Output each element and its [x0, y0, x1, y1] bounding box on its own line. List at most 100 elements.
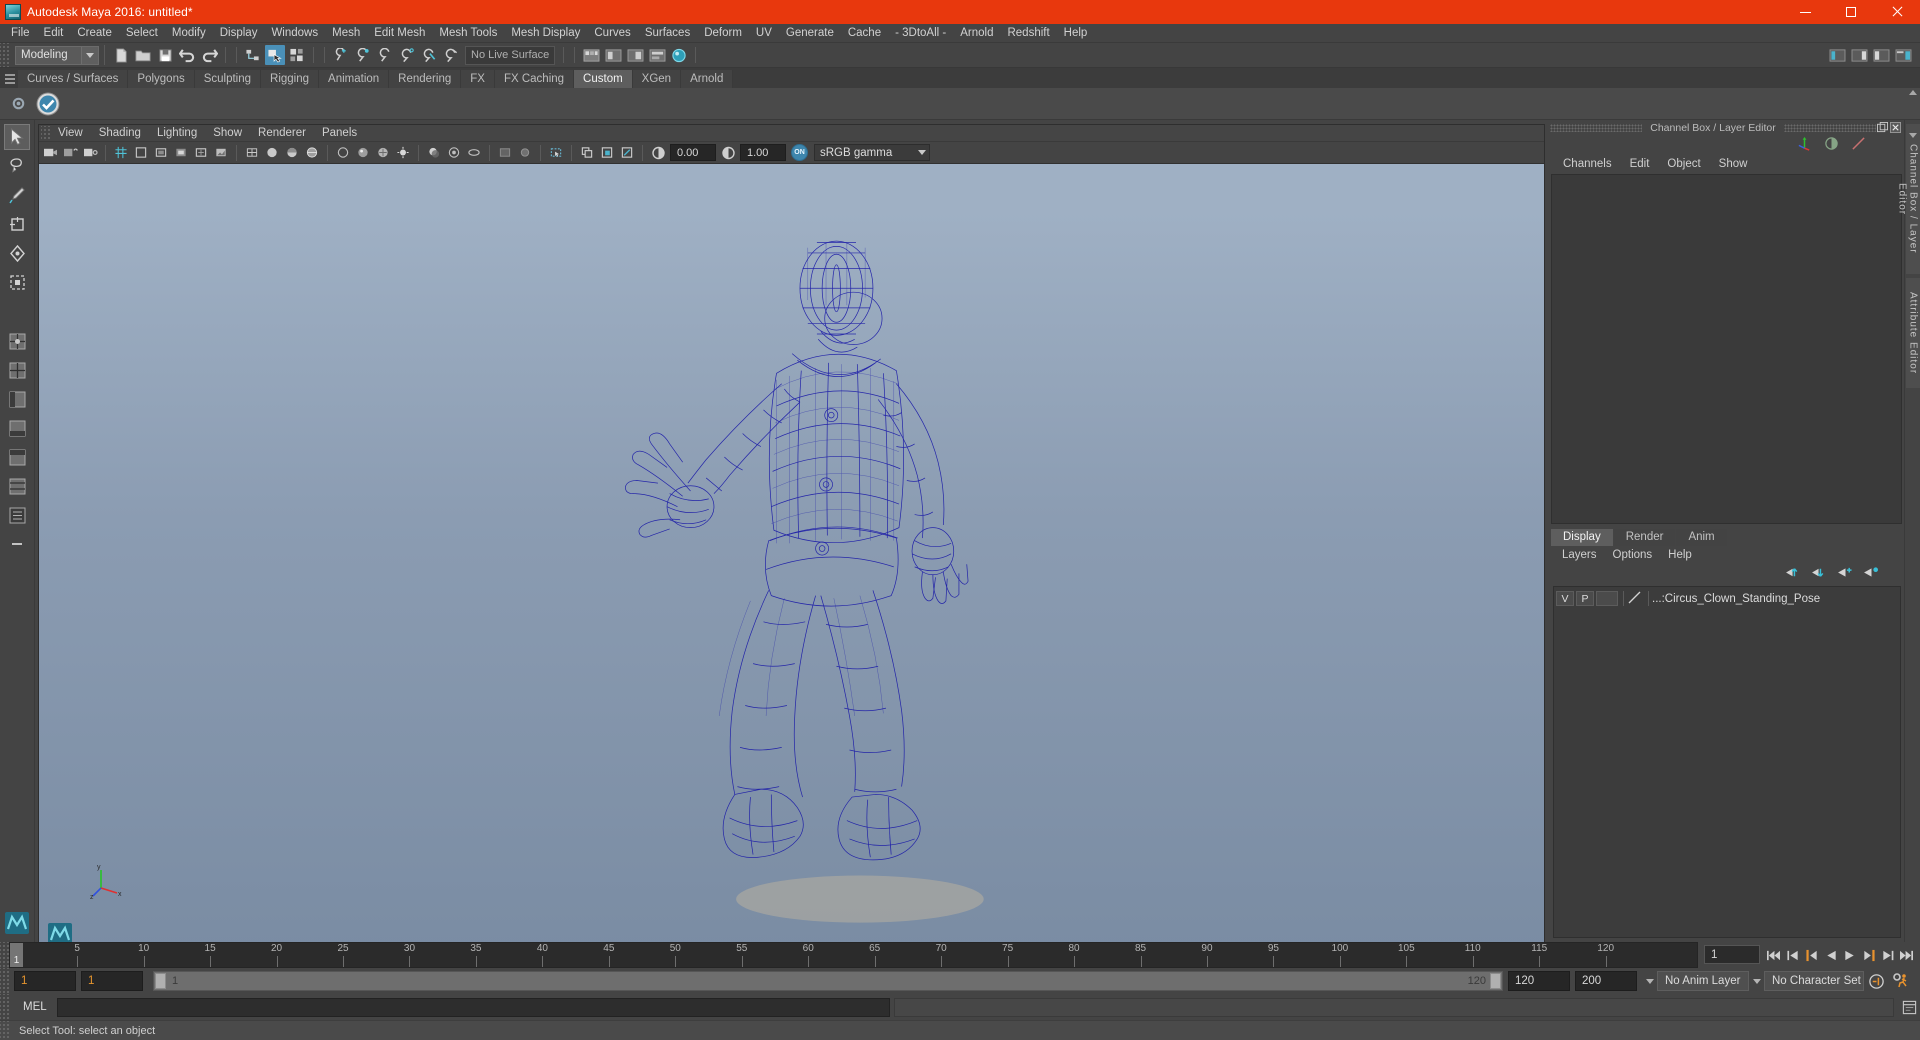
open-render-view-button[interactable]: [581, 45, 601, 65]
layer-editor-tab-anim[interactable]: Anim: [1676, 529, 1726, 546]
viewport-menubar-grip[interactable]: [41, 126, 50, 141]
save-scene-button[interactable]: [155, 45, 175, 65]
menu-item-modify[interactable]: Modify: [165, 24, 213, 43]
viewport-copy-icon[interactable]: [578, 144, 596, 162]
snap-to-curve-button[interactable]: [353, 45, 373, 65]
shelf-item-gear-icon[interactable]: [3, 89, 33, 119]
menu-item-mesh[interactable]: Mesh: [325, 24, 367, 43]
menu-item-help[interactable]: Help: [1057, 24, 1095, 43]
menu-item-surfaces[interactable]: Surfaces: [638, 24, 697, 43]
range-slider-bar[interactable]: 1 120: [153, 971, 1503, 991]
vertical-tab-attribute-editor[interactable]: Attribute Editor: [1906, 278, 1920, 388]
show-hide-attribute-editor-button[interactable]: [1849, 45, 1869, 65]
menu-item-edit[interactable]: Edit: [37, 24, 71, 43]
move-layer-up-icon[interactable]: [1785, 566, 1802, 582]
shelf-tab-rigging[interactable]: Rigging: [261, 70, 319, 88]
toolbox-collapse-button[interactable]: [4, 531, 30, 557]
xray-toggle-icon[interactable]: [496, 144, 514, 162]
move-layer-down-icon[interactable]: [1811, 566, 1828, 582]
viewport-menu-panels[interactable]: Panels: [314, 125, 365, 142]
render-settings-button[interactable]: [647, 45, 667, 65]
quick-layout-outliner-button[interactable]: [4, 502, 30, 528]
two-d-pan-zoom-icon[interactable]: [192, 144, 210, 162]
animation-preferences-button[interactable]: [1888, 972, 1914, 990]
scale-tool[interactable]: [4, 269, 30, 295]
layer-editor-tab-display[interactable]: Display: [1551, 529, 1613, 546]
snap-to-view-plane-button[interactable]: [419, 45, 439, 65]
close-button[interactable]: [1874, 0, 1920, 24]
make-live-button[interactable]: [441, 45, 461, 65]
menu-item-deform[interactable]: Deform: [697, 24, 749, 43]
select-by-component-button[interactable]: [287, 45, 307, 65]
channelbox-menu-channels[interactable]: Channels: [1554, 155, 1621, 173]
select-tool[interactable]: [4, 124, 30, 150]
range-slider-grip[interactable]: [0, 968, 9, 994]
transform-axis-icon[interactable]: [1797, 136, 1812, 154]
snap-to-grid-button[interactable]: [331, 45, 351, 65]
hypershade-button[interactable]: [669, 45, 689, 65]
channel-box-content[interactable]: [1551, 174, 1902, 524]
motion-blur-icon[interactable]: [465, 144, 483, 162]
layer-menu-layers[interactable]: Layers: [1554, 546, 1605, 564]
viewport-menu-lighting[interactable]: Lighting: [149, 125, 205, 142]
smooth-shade-icon[interactable]: [263, 144, 281, 162]
color-management-toggle[interactable]: ON: [791, 144, 808, 161]
menu-item-mesh-display[interactable]: Mesh Display: [504, 24, 587, 43]
lock-camera-icon[interactable]: [61, 144, 79, 162]
current-frame-indicator[interactable]: 1: [10, 943, 23, 967]
undock-panel-button[interactable]: [1876, 121, 1889, 134]
shelf-tab-arnold[interactable]: Arnold: [681, 70, 733, 88]
rotate-tool[interactable]: [4, 240, 30, 266]
step-forward-key-button[interactable]: [1859, 944, 1878, 966]
live-surface-field[interactable]: No Live Surface: [465, 46, 555, 65]
quick-layout-persp-graph-button[interactable]: [4, 415, 30, 441]
shaded-material-icon[interactable]: [354, 144, 372, 162]
range-end-handle[interactable]: [1490, 973, 1501, 989]
step-forward-button[interactable]: [1878, 944, 1897, 966]
open-scene-button[interactable]: [133, 45, 153, 65]
menu-item-edit-mesh[interactable]: Edit Mesh: [367, 24, 432, 43]
viewport-menu-shading[interactable]: Shading: [91, 125, 149, 142]
gamma-icon[interactable]: [719, 144, 737, 162]
xray-joints-icon[interactable]: [516, 144, 534, 162]
quick-layout-single-perspective-button[interactable]: [4, 328, 30, 354]
character-set-chevron-icon[interactable]: [1749, 979, 1764, 984]
shadows-icon[interactable]: [425, 144, 443, 162]
texture-mode-icon[interactable]: [374, 144, 392, 162]
show-hide-modeling-toolkit-button[interactable]: [1827, 45, 1847, 65]
statusline-grip[interactable]: [0, 43, 9, 67]
shelf-scroll-controls[interactable]: [1906, 88, 1920, 140]
render-current-frame-button[interactable]: [603, 45, 623, 65]
shelf-tab-sculpting[interactable]: Sculpting: [195, 70, 261, 88]
time-slider[interactable]: 1 51015202530354045505560657075808590951…: [9, 942, 1698, 968]
viewport-menu-renderer[interactable]: Renderer: [250, 125, 314, 142]
go-to-start-button[interactable]: [1764, 944, 1783, 966]
step-back-button[interactable]: [1783, 944, 1802, 966]
layer-playback-toggle[interactable]: P: [1576, 591, 1594, 606]
lasso-select-tool[interactable]: [4, 153, 30, 179]
vertical-tab-channel-box-layer-editor[interactable]: Channel Box / Layer Editor: [1906, 124, 1920, 274]
range-end-time-field[interactable]: 120: [1508, 971, 1570, 991]
menu-item-generate[interactable]: Generate: [779, 24, 841, 43]
auto-key-button[interactable]: [1864, 973, 1888, 990]
gate-mask-icon[interactable]: [172, 144, 190, 162]
quick-layout-hypershade-button[interactable]: [4, 444, 30, 470]
shelf-tab-fx[interactable]: FX: [461, 70, 495, 88]
command-language-label[interactable]: MEL: [9, 1001, 57, 1013]
layer-editor-tab-render[interactable]: Render: [1614, 529, 1676, 546]
step-back-key-button[interactable]: [1802, 944, 1821, 966]
resolution-gate-icon[interactable]: [152, 144, 170, 162]
shelf-tab-fx-caching[interactable]: FX Caching: [495, 70, 574, 88]
use-default-material-icon[interactable]: [334, 144, 352, 162]
shelf-tab-polygons[interactable]: Polygons: [128, 70, 194, 88]
move-tool[interactable]: [4, 211, 30, 237]
shelf-tab-custom[interactable]: Custom: [574, 70, 633, 88]
snap-to-point-button[interactable]: [375, 45, 395, 65]
exposure-field[interactable]: 0.00: [670, 144, 716, 161]
minimize-button[interactable]: [1782, 0, 1828, 24]
ipr-render-button[interactable]: [625, 45, 645, 65]
create-empty-layer-icon[interactable]: [1837, 566, 1854, 582]
shelf-menu-icon[interactable]: [2, 70, 18, 88]
diagonal-line-icon[interactable]: [1851, 136, 1866, 154]
shelf-tab-rendering[interactable]: Rendering: [389, 70, 461, 88]
